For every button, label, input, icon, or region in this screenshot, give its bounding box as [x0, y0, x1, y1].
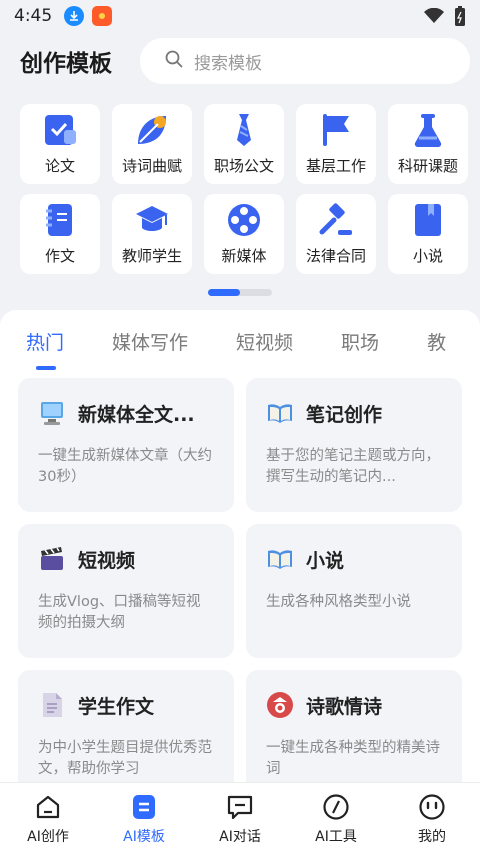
card-title: 学生作文	[78, 695, 155, 718]
search-input[interactable]: 搜索模板	[140, 38, 470, 84]
template-card[interactable]: 小说 生成各种风格类型小说	[246, 524, 462, 658]
open-book-icon	[266, 399, 294, 427]
nav-label: AI对话	[219, 828, 261, 845]
tab-hot[interactable]: 热门	[26, 328, 64, 355]
template-card[interactable]: 新媒体全文... 一键生成新媒体文章（大约30秒）	[18, 378, 234, 512]
template-label: 职场公文	[213, 157, 274, 175]
template-row-2: 作文 教师学生 新媒体 法律合同 小说	[20, 194, 480, 274]
gavel-icon	[317, 201, 355, 239]
open-book-icon	[266, 545, 294, 573]
template-label: 科研课题	[397, 157, 458, 175]
card-description: 为中小学生题目提供优秀范文，帮助你学习	[38, 740, 212, 777]
tab-workplace[interactable]: 职场	[341, 328, 379, 355]
page-indicator-active	[208, 289, 240, 296]
template-label: 法律合同	[305, 247, 366, 265]
card-title: 笔记创作	[306, 403, 383, 426]
template-list-sheet: 热门 媒体写作 短视频 职场 教 新媒体全文... 一键生成新媒体文章（大约30…	[0, 310, 480, 790]
template-office-docs[interactable]: 职场公文	[204, 104, 284, 184]
card-description: 生成Vlog、口播稿等短视频的拍摄大纲	[38, 594, 201, 631]
book-icon	[409, 201, 447, 239]
notebook-icon	[41, 201, 79, 239]
template-label: 教师学生	[121, 247, 182, 265]
page-title: 创作模板	[20, 51, 112, 77]
template-poetry[interactable]: 诗词曲赋	[112, 104, 192, 184]
template-cards: 新媒体全文... 一键生成新媒体文章（大约30秒） 笔记创作 基于您的笔记主题或…	[18, 378, 462, 790]
template-essay[interactable]: 作文	[20, 194, 100, 274]
card-description: 一键生成各种类型的精美诗词	[266, 740, 440, 777]
status-time: 4:45	[14, 6, 53, 26]
template-icon	[129, 792, 159, 822]
checklist-icon	[41, 111, 79, 149]
search-placeholder: 搜索模板	[194, 53, 262, 74]
status-bar: 4:45	[0, 0, 480, 32]
template-card[interactable]: 短视频 生成Vlog、口播稿等短视频的拍摄大纲	[18, 524, 234, 658]
flag-icon	[317, 111, 355, 149]
card-title: 诗歌情诗	[306, 695, 383, 718]
document-icon	[38, 691, 66, 719]
template-card[interactable]: 诗歌情诗 一键生成各种类型的精美诗词	[246, 670, 462, 790]
nav-ai-create[interactable]: AI创作	[0, 783, 96, 854]
nav-ai-tools[interactable]: AI工具	[288, 783, 384, 854]
bottom-navigation: AI创作 AI模板 AI对话 AI工具 我的	[0, 782, 480, 854]
tab-media-writing[interactable]: 媒体写作	[112, 328, 188, 355]
nav-label: AI工具	[315, 828, 357, 845]
template-label: 论文	[44, 157, 75, 175]
flask-icon	[409, 111, 447, 149]
wifi-icon	[424, 7, 444, 28]
film-reel-icon	[225, 201, 263, 239]
leaf-icon	[133, 111, 171, 149]
nav-label: AI创作	[27, 828, 69, 845]
nav-label: AI模板	[123, 828, 165, 845]
header: 创作模板 搜索模板	[0, 36, 480, 86]
template-row-1: 论文 诗词曲赋 职场公文 基层工作 科研课题	[20, 104, 480, 184]
search-icon	[164, 49, 184, 73]
page-indicator	[208, 289, 272, 296]
nav-profile[interactable]: 我的	[384, 783, 480, 854]
computer-icon	[38, 399, 66, 427]
battery-icon	[454, 6, 466, 30]
graduation-cap-icon	[133, 201, 171, 239]
chat-icon	[225, 792, 255, 822]
template-label: 作文	[44, 247, 75, 265]
app-notification-icon	[92, 6, 113, 26]
template-new-media[interactable]: 新媒体	[204, 194, 284, 274]
card-title: 短视频	[78, 549, 136, 572]
card-description: 生成各种风格类型小说	[266, 594, 411, 610]
template-label: 小说	[412, 247, 443, 265]
card-title: 小说	[306, 549, 345, 572]
category-tabs: 热门 媒体写作 短视频 职场 教	[0, 310, 480, 372]
tab-education[interactable]: 教	[427, 328, 446, 355]
nav-ai-chat[interactable]: AI对话	[192, 783, 288, 854]
template-category-grid: 论文 诗词曲赋 职场公文 基层工作 科研课题 作文 教师学生 新媒体 法律合同 …	[20, 104, 480, 284]
card-description: 基于您的笔记主题或方向，撰写生动的笔记内...	[266, 448, 440, 485]
template-grassroots[interactable]: 基层工作	[296, 104, 376, 184]
card-row: 新媒体全文... 一键生成新媒体文章（大约30秒） 笔记创作 基于您的笔记主题或…	[18, 378, 462, 512]
template-legal[interactable]: 法律合同	[296, 194, 376, 274]
download-icon	[64, 6, 85, 26]
card-row: 短视频 生成Vlog、口播稿等短视频的拍摄大纲 小说 生成各种风格类型小说	[18, 524, 462, 658]
home-icon	[33, 792, 63, 822]
profile-icon	[417, 792, 447, 822]
nav-label: 我的	[418, 828, 446, 845]
clapperboard-icon	[38, 545, 66, 573]
template-card[interactable]: 学生作文 为中小学生题目提供优秀范文，帮助你学习	[18, 670, 234, 790]
card-description: 一键生成新媒体文章（大约30秒）	[38, 448, 212, 485]
nav-ai-template[interactable]: AI模板	[96, 783, 192, 854]
template-card[interactable]: 笔记创作 基于您的笔记主题或方向，撰写生动的笔记内...	[246, 378, 462, 512]
template-paper[interactable]: 论文	[20, 104, 100, 184]
template-label: 新媒体	[221, 247, 267, 265]
template-label: 基层工作	[305, 157, 366, 175]
active-tab-indicator	[36, 366, 56, 370]
tab-short-video[interactable]: 短视频	[236, 328, 293, 355]
poem-badge-icon	[266, 691, 294, 719]
template-novel[interactable]: 小说	[388, 194, 468, 274]
template-teacher-student[interactable]: 教师学生	[112, 194, 192, 274]
template-research[interactable]: 科研课题	[388, 104, 468, 184]
tie-icon	[225, 111, 263, 149]
compass-icon	[321, 792, 351, 822]
template-label: 诗词曲赋	[121, 157, 182, 175]
card-row: 学生作文 为中小学生题目提供优秀范文，帮助你学习 诗歌情诗 一键生成各种类型的精…	[18, 670, 462, 790]
card-title: 新媒体全文...	[78, 403, 195, 426]
